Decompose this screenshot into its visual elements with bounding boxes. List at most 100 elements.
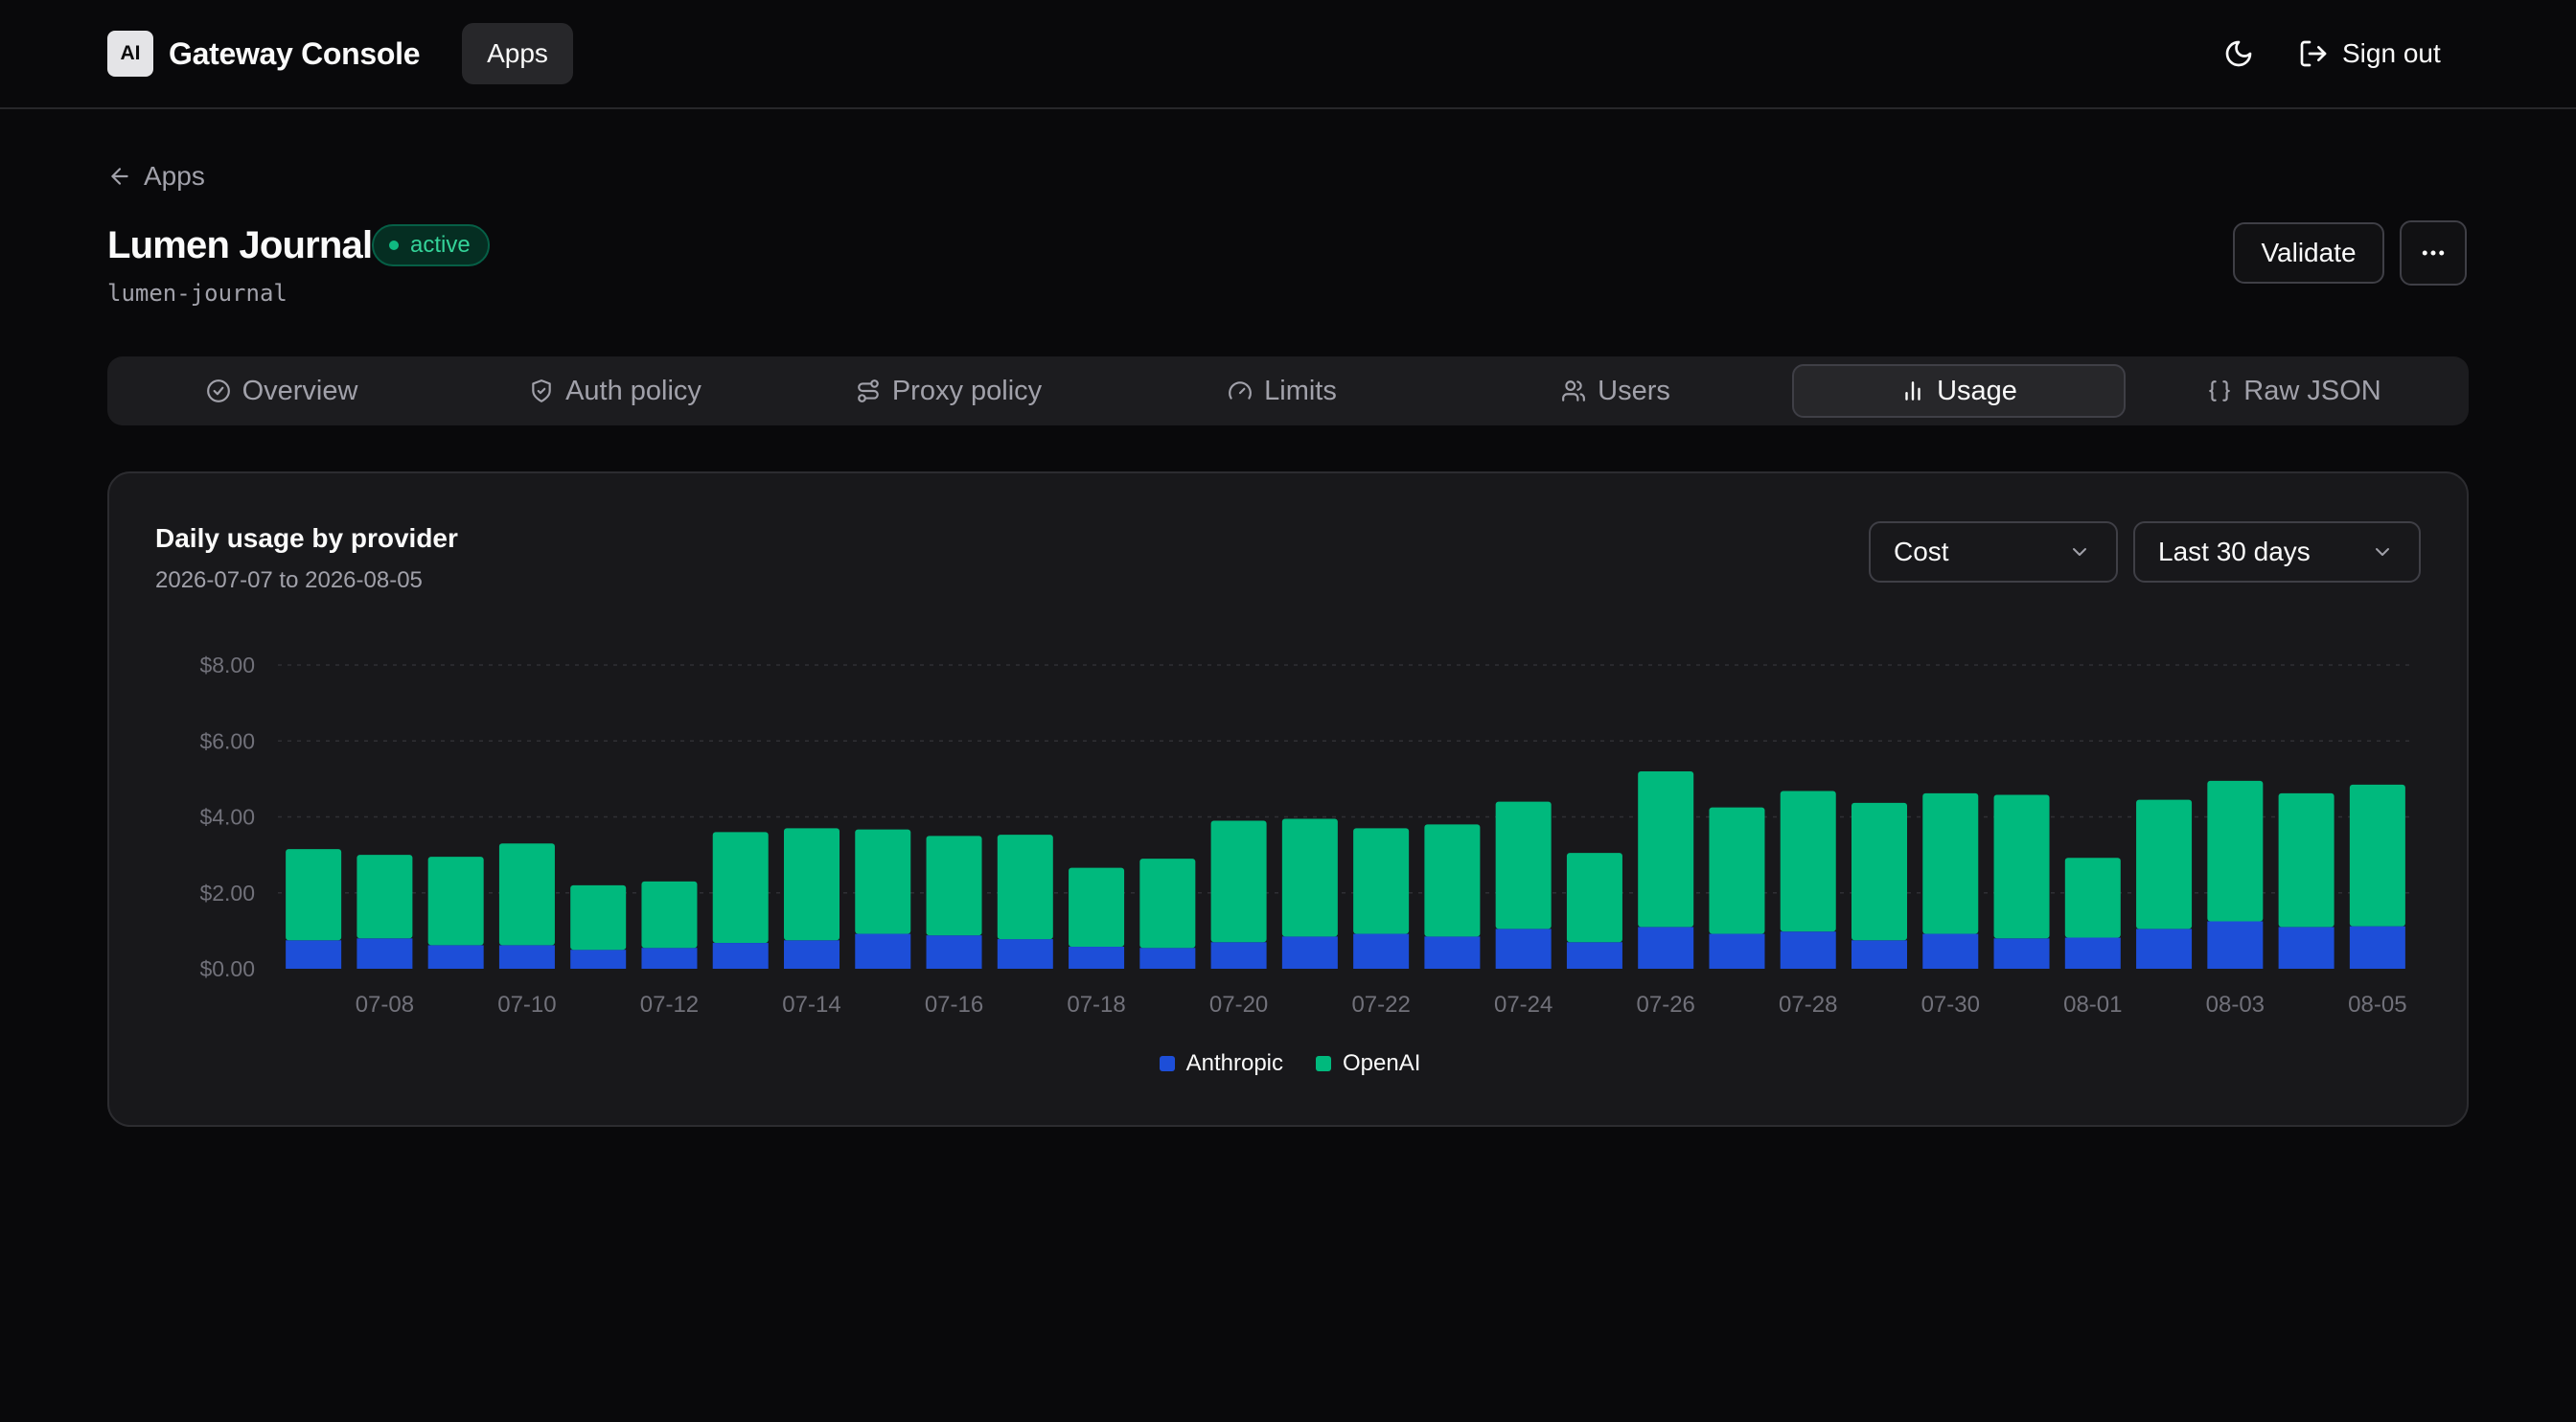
tab-label: Overview: [242, 375, 358, 406]
bar-anthropic-07-18: [1069, 947, 1125, 969]
bar-anthropic-07-17: [997, 939, 1053, 969]
bar-anthropic-07-07: [286, 940, 342, 969]
y-tick-label: $8.00: [199, 653, 255, 677]
nav-apps-link[interactable]: Apps: [462, 23, 573, 84]
bar-anthropic-08-01: [2064, 937, 2121, 969]
breadcrumb[interactable]: Apps: [107, 159, 205, 194]
bar-openai-07-31: [1993, 794, 2050, 939]
x-tick-label: 07-08: [356, 992, 414, 1018]
more-horizontal-icon: [2422, 250, 2445, 256]
arrow-left-icon: [111, 168, 128, 185]
status-badge: active: [372, 224, 490, 266]
bar-anthropic-07-30: [1922, 933, 1979, 969]
breadcrumb-apps-link[interactable]: Apps: [144, 161, 205, 192]
bar-openai-07-08: [356, 855, 413, 939]
bar-anthropic-07-11: [570, 950, 627, 969]
page-title: Lumen Journal: [107, 224, 373, 266]
bar-anthropic-07-09: [427, 945, 484, 969]
bar-anthropic-07-12: [641, 948, 698, 969]
bar-openai-07-07: [286, 849, 342, 941]
bar-anthropic-07-21: [1281, 936, 1338, 969]
tab-raw-json[interactable]: Raw JSON: [2128, 364, 2461, 418]
bar-anthropic-07-19: [1139, 948, 1196, 969]
bar-anthropic-07-28: [1780, 931, 1836, 969]
bar-anthropic-07-13: [712, 943, 769, 969]
bar-anthropic-08-05: [2349, 926, 2405, 969]
logo: AI: [107, 31, 153, 77]
x-tick-label: 07-26: [1637, 992, 1695, 1018]
bar-openai-07-14: [784, 828, 840, 941]
x-tick-label: 08-05: [2348, 992, 2406, 1018]
tab-users[interactable]: Users: [1449, 364, 1782, 418]
app-slug: lumen-journal: [107, 280, 288, 307]
route-icon: [857, 379, 879, 402]
x-tick-label: 07-14: [782, 992, 840, 1018]
x-tick-label: 07-24: [1494, 992, 1552, 1018]
legend-swatch-anthropic: [1159, 1056, 1175, 1071]
bar-anthropic-08-02: [2136, 929, 2193, 969]
tab-usage[interactable]: Usage: [1792, 364, 2126, 418]
bar-openai-07-22: [1353, 828, 1410, 934]
bar-openai-08-02: [2136, 799, 2193, 929]
bar-openai-07-23: [1424, 824, 1481, 937]
bar-openai-07-19: [1139, 859, 1196, 949]
bar-anthropic-08-04: [2278, 927, 2334, 969]
shield-check-icon: [532, 379, 551, 402]
bar-openai-07-27: [1709, 807, 1765, 934]
bar-anthropic-07-08: [356, 938, 413, 969]
bar-openai-08-04: [2278, 792, 2334, 928]
sign-out-label: Sign out: [2342, 38, 2441, 68]
y-tick-label: $0.00: [199, 956, 255, 981]
y-tick-label: $6.00: [199, 728, 255, 753]
status-label: active: [410, 232, 471, 258]
tab-label: Auth policy: [565, 375, 702, 406]
bar-anthropic-07-14: [784, 940, 840, 969]
gauge-icon: [1229, 381, 1253, 400]
moon-icon: [2225, 40, 2252, 67]
more-actions-button[interactable]: [2400, 220, 2467, 286]
x-tick-label: 08-03: [2206, 992, 2265, 1018]
bar-openai-07-12: [641, 881, 698, 949]
legend-swatch-openai: [1316, 1056, 1331, 1071]
tab-limits[interactable]: Limits: [1116, 364, 1449, 418]
x-tick-label: 07-10: [497, 992, 556, 1018]
bar-openai-07-24: [1495, 801, 1552, 929]
users-icon: [1562, 380, 1586, 401]
bar-anthropic-08-03: [2207, 921, 2264, 969]
tab-overview[interactable]: Overview: [115, 364, 448, 418]
x-tick-label: 07-28: [1779, 992, 1837, 1018]
bar-anthropic-07-31: [1993, 938, 2050, 969]
legend-item-openai[interactable]: OpenAI: [1316, 1048, 1420, 1079]
theme-toggle-button[interactable]: [2220, 34, 2258, 73]
x-tick-label: 07-20: [1209, 992, 1268, 1018]
tab-proxy-policy[interactable]: Proxy policy: [782, 364, 1116, 418]
tab-auth-policy[interactable]: Auth policy: [448, 364, 782, 418]
bar-openai-07-10: [498, 843, 555, 946]
bar-openai-08-05: [2349, 784, 2405, 927]
app-title: Gateway Console: [169, 36, 421, 71]
bar-openai-07-11: [570, 884, 627, 951]
top-bar: AI Gateway Console Apps Sign out: [0, 0, 2576, 109]
bar-openai-07-30: [1922, 792, 1979, 934]
log-out-icon: [2300, 40, 2327, 67]
status-dot-icon: [389, 241, 399, 250]
tab-bar: Overview Auth policy Proxy policy Limits…: [107, 356, 2469, 425]
usage-bar-chart: $0.00 $2.00 $4.00 $6.00 $8.00 07-08 07-10 07-12…: [199, 653, 2413, 1018]
usage-card: Daily usage by provider 2026-07-07 to 20…: [107, 471, 2469, 1127]
tab-label: Users: [1598, 375, 1670, 406]
bar-openai-07-25: [1566, 853, 1622, 943]
bar-openai-07-13: [712, 832, 769, 944]
bar-anthropic-07-24: [1495, 929, 1552, 969]
chart-legend: Anthropic OpenAI: [109, 1048, 2471, 1079]
bar-openai-08-03: [2207, 780, 2264, 922]
x-tick-label: 08-01: [2063, 992, 2122, 1018]
validate-button[interactable]: Validate: [2233, 222, 2384, 284]
tab-label: Limits: [1264, 375, 1337, 406]
legend-item-anthropic[interactable]: Anthropic: [1159, 1048, 1283, 1079]
tab-label: Raw JSON: [2243, 375, 2381, 406]
bar-openai-07-21: [1281, 818, 1338, 937]
sign-out-button[interactable]: Sign out: [2298, 29, 2461, 79]
bar-anthropic-07-29: [1852, 940, 1907, 969]
bar-openai-07-26: [1638, 770, 1694, 928]
bar-openai-07-18: [1069, 867, 1125, 948]
